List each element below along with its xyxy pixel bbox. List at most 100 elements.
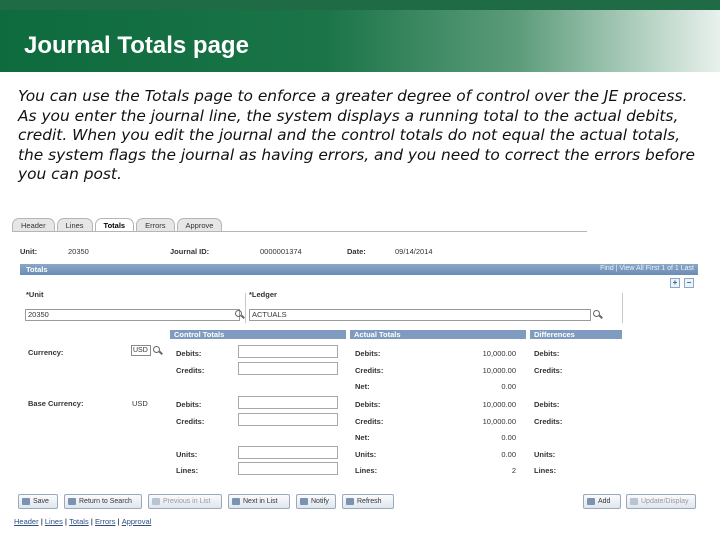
column-divider-right — [622, 293, 623, 323]
column-divider — [245, 293, 246, 323]
actual-net-label: Net: — [355, 382, 370, 391]
actual-lines-label: Lines: — [355, 466, 378, 475]
actual-base-credits-value: 10,000.00 — [482, 417, 516, 426]
link-approval[interactable]: Approval — [122, 517, 152, 526]
unit-label: Unit: — [20, 247, 38, 256]
control-credits-input[interactable] — [238, 362, 338, 375]
tab-header[interactable]: Header — [12, 218, 55, 232]
actual-lines-value: 2 — [511, 466, 516, 475]
tab-totals[interactable]: Totals — [94, 218, 135, 232]
next-in-list-label: Next in List — [243, 498, 278, 505]
differences-header: Differences — [530, 330, 622, 339]
totals-page-screenshot: Header Lines Totals Errors Approve Unit:… — [12, 214, 708, 534]
control-debits-input[interactable] — [238, 345, 338, 358]
grid-navigation[interactable]: Find | View All First 1 of 1 Last — [600, 265, 694, 272]
control-units-label: Units: — [176, 450, 198, 459]
top-stripe — [0, 0, 720, 10]
control-totals-header: Control Totals — [170, 330, 346, 339]
previous-icon — [152, 498, 160, 505]
save-icon — [22, 498, 30, 505]
diff-credits-label: Credits: — [534, 366, 563, 375]
intro-text: You can use the Totals page to enforce a… — [18, 87, 695, 183]
bottom-page-links: Header | Lines | Totals | Errors | Appro… — [14, 517, 152, 526]
diff-base-credits-label: Credits: — [534, 417, 563, 426]
base-currency-value: USD — [132, 399, 148, 408]
control-base-debits-label: Debits: — [176, 400, 202, 409]
control-lines-input[interactable] — [238, 462, 338, 475]
control-base-debits-input[interactable] — [238, 396, 338, 409]
slide-title: Journal Totals page — [24, 32, 249, 59]
refresh-button[interactable]: Refresh — [342, 494, 394, 509]
unit-column-label: *Unit — [26, 290, 44, 299]
add-button[interactable]: Add — [583, 494, 621, 509]
unit-input[interactable]: 20350 — [25, 309, 240, 321]
actual-debits-label: Debits: — [355, 349, 381, 358]
ledger-input[interactable]: ACTUALS — [249, 309, 591, 321]
actual-debits-value: 10,000.00 — [482, 349, 516, 358]
actual-totals-header: Actual Totals — [350, 330, 526, 339]
currency-lookup-icon[interactable] — [153, 346, 160, 353]
link-errors[interactable]: Errors — [95, 517, 115, 526]
notify-button[interactable]: Notify — [296, 494, 336, 509]
diff-lines-label: Lines: — [534, 466, 557, 475]
refresh-label: Refresh — [357, 498, 382, 505]
add-icon — [587, 498, 595, 505]
actual-credits-value: 10,000.00 — [482, 366, 516, 375]
control-credits-label: Credits: — [176, 366, 205, 375]
save-button-label: Save — [33, 498, 49, 505]
currency-input[interactable]: USD — [131, 345, 151, 356]
totals-grid-header: Totals Find | View All First 1 of 1 Last — [20, 264, 698, 275]
ledger-column-label: *Ledger — [249, 290, 277, 299]
diff-debits-label: Debits: — [534, 349, 560, 358]
control-debits-label: Debits: — [176, 349, 202, 358]
date-value: 09/14/2014 — [395, 247, 433, 256]
add-row-icon[interactable]: + — [670, 278, 680, 288]
update-display-icon — [630, 498, 638, 505]
update-display-button[interactable]: Update/Display — [626, 494, 696, 509]
previous-in-list-label: Previous in List — [163, 498, 211, 505]
unit-value: 20350 — [68, 247, 89, 256]
actual-base-net-label: Net: — [355, 433, 370, 442]
save-button[interactable]: Save — [18, 494, 58, 509]
return-to-search-label: Return to Search — [79, 498, 132, 505]
tab-approve[interactable]: Approve — [176, 218, 223, 232]
return-to-search-button[interactable]: Return to Search — [64, 494, 142, 509]
title-bar: Journal Totals page — [0, 10, 720, 72]
tab-lines[interactable]: Lines — [56, 218, 93, 232]
control-base-credits-label: Credits: — [176, 417, 205, 426]
control-units-input[interactable] — [238, 446, 338, 459]
actual-base-net-value: 0.00 — [501, 433, 516, 442]
delete-row-icon[interactable]: − — [684, 278, 694, 288]
notify-icon — [300, 498, 308, 505]
actual-base-debits-label: Debits: — [355, 400, 381, 409]
currency-label: Currency: — [28, 348, 64, 357]
unit-lookup-icon[interactable] — [235, 310, 242, 317]
totals-grid-title: Totals — [26, 265, 48, 274]
base-currency-label: Base Currency: — [28, 399, 84, 408]
ledger-lookup-icon[interactable] — [593, 310, 600, 317]
notify-label: Notify — [311, 498, 329, 505]
next-in-list-button[interactable]: Next in List — [228, 494, 290, 509]
actual-net-value: 0.00 — [501, 382, 516, 391]
refresh-icon — [346, 498, 354, 505]
add-label: Add — [598, 498, 611, 505]
actual-units-value: 0.00 — [501, 450, 516, 459]
diff-base-debits-label: Debits: — [534, 400, 560, 409]
tab-divider — [12, 231, 587, 232]
update-display-label: Update/Display — [641, 498, 689, 505]
previous-in-list-button[interactable]: Previous in List — [148, 494, 222, 509]
tab-errors[interactable]: Errors — [136, 218, 175, 232]
return-icon — [68, 498, 76, 505]
journal-id-value: 0000001374 — [260, 247, 302, 256]
actual-base-debits-value: 10,000.00 — [482, 400, 516, 409]
control-lines-label: Lines: — [176, 466, 199, 475]
next-icon — [232, 498, 240, 505]
link-header[interactable]: Header — [14, 517, 39, 526]
page-tabs: Header Lines Totals Errors Approve — [12, 218, 224, 232]
diff-units-label: Units: — [534, 450, 556, 459]
link-lines[interactable]: Lines — [45, 517, 63, 526]
link-totals[interactable]: Totals — [69, 517, 89, 526]
actual-base-credits-label: Credits: — [355, 417, 384, 426]
journal-id-label: Journal ID: — [170, 247, 210, 256]
control-base-credits-input[interactable] — [238, 413, 338, 426]
